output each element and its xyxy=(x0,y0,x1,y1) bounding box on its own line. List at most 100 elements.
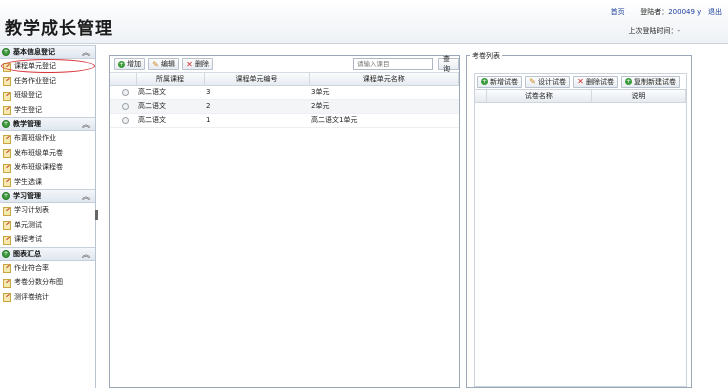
app-title: 教学成长管理 xyxy=(5,19,113,39)
column-header-description[interactable]: 说明 xyxy=(592,90,686,102)
edit-document-icon xyxy=(3,134,11,144)
edit-button[interactable]: ✎ 编辑 xyxy=(148,58,179,70)
section-title: 基本信息登记 xyxy=(13,48,55,56)
sidebar-item-label: 学习计划表 xyxy=(14,206,49,215)
search-input[interactable] xyxy=(353,58,433,70)
cell-unit-no: 3 xyxy=(204,85,309,100)
sidebar-item-task-register[interactable]: 任务作业登记 xyxy=(0,74,95,89)
sidebar-section-teaching[interactable]: + 教学管理 ︽ xyxy=(0,117,95,131)
add-button[interactable]: + 增加 xyxy=(114,58,145,70)
edit-document-icon xyxy=(3,163,11,173)
cell-unit-name: 3单元 xyxy=(309,85,459,100)
edit-document-icon xyxy=(3,235,11,245)
sidebar-splitter[interactable] xyxy=(95,210,98,220)
table-row[interactable]: 高二语文 2 2单元 xyxy=(110,99,459,114)
delete-x-icon: ✕ xyxy=(186,59,193,69)
edit-button-label: 编辑 xyxy=(161,60,175,68)
green-plus-circle-icon: + xyxy=(2,249,10,258)
double-chevron-up-icon[interactable]: ︽ xyxy=(82,47,90,58)
exam-paper-header-row: 试卷名称 说明 xyxy=(475,90,686,103)
copy-plus-icon: + xyxy=(625,78,632,85)
sidebar-item-label: 测评卷统计 xyxy=(14,292,49,301)
column-header-course[interactable]: 所属课程 xyxy=(136,73,205,86)
home-link[interactable]: 首页 xyxy=(611,8,625,16)
cell-course: 高二语文 xyxy=(136,99,204,114)
edit-document-icon xyxy=(3,149,11,159)
row-select-cell xyxy=(110,113,136,128)
sidebar-section-learning[interactable]: + 学习管理 ︽ xyxy=(0,189,95,203)
row-radio[interactable] xyxy=(122,116,129,124)
delete-paper-button[interactable]: ✕ 删除试卷 xyxy=(573,75,618,88)
sidebar-item-label: 任务作业登记 xyxy=(14,76,56,85)
login-user-label: 登陆者： xyxy=(640,8,669,16)
green-plus-circle-icon: + xyxy=(2,192,10,200)
sidebar-item-label: 考卷分数分布图 xyxy=(14,278,63,287)
cell-unit-no: 1 xyxy=(204,113,309,128)
exam-paper-table: 试卷名称 说明 xyxy=(474,89,687,387)
edit-document-icon xyxy=(3,106,11,116)
column-header-unit-name[interactable]: 课程单元名称 xyxy=(309,73,459,86)
column-header-unit-no[interactable]: 课程单元编号 xyxy=(204,73,310,86)
logout-link[interactable]: 退出 xyxy=(708,8,722,16)
sidebar-item-label: 布置班级作业 xyxy=(14,134,56,143)
sidebar-item-publish-course-paper[interactable]: 发布班级课程卷 xyxy=(0,160,95,175)
edit-document-icon xyxy=(3,91,11,101)
section-title: 学习管理 xyxy=(13,192,41,200)
sidebar-section-charts[interactable]: + 图表汇总 ︽ xyxy=(0,246,95,261)
sidebar-item-assign-homework[interactable]: 布置班级作业 xyxy=(0,131,95,146)
add-button-label: 增加 xyxy=(127,60,141,68)
page-header: 教学成长管理 首页 登陆者：200049 y 退出 上次登陆时间：- xyxy=(0,0,728,44)
cell-unit-name: 高二语文1单元 xyxy=(309,113,459,128)
row-radio[interactable] xyxy=(122,102,129,110)
add-paper-label: 新增试卷 xyxy=(490,77,518,86)
delete-button[interactable]: ✕ 删除 xyxy=(182,58,213,70)
sidebar: + 基本信息登记 ︽ 课程单元登记 任务作业登记 班级登记 学生登记 + 教学管… xyxy=(0,45,96,388)
sidebar-item-student-course-select[interactable]: 学生选课 xyxy=(0,175,95,190)
table-row[interactable]: 高二语文 1 高二语文1单元 xyxy=(110,113,459,128)
row-select-cell xyxy=(110,99,136,114)
column-header-paper-name[interactable]: 试卷名称 xyxy=(487,90,592,102)
search-button[interactable]: 查询 xyxy=(438,55,459,73)
row-radio[interactable] xyxy=(122,88,129,96)
sidebar-item-course-unit-register[interactable]: 课程单元登记 xyxy=(0,59,95,74)
sidebar-item-unit-test[interactable]: 单元测试 xyxy=(0,218,95,233)
center-toolbar: + 增加 ✎ 编辑 ✕ 删除 查询 xyxy=(110,55,459,73)
table-row[interactable]: 高二语文 3 3单元 xyxy=(110,85,459,100)
sidebar-item-study-plan[interactable]: 学习计划表 xyxy=(0,203,95,218)
section-title: 教学管理 xyxy=(13,120,41,128)
edit-document-icon xyxy=(3,264,11,274)
login-user: 200049 y xyxy=(668,8,702,16)
sidebar-item-label: 学生登记 xyxy=(14,105,42,114)
sidebar-item-class-register[interactable]: 班级登记 xyxy=(0,88,95,103)
add-paper-button[interactable]: + 新增试卷 xyxy=(477,75,522,88)
sidebar-section-basic-info[interactable]: + 基本信息登记 ︽ xyxy=(0,45,95,59)
sidebar-item-evaluation-stats[interactable]: 测评卷统计 xyxy=(0,290,95,305)
sidebar-item-label: 作业符合率 xyxy=(14,263,49,272)
course-unit-table: 所属课程 课程单元编号 课程单元名称 高二语文 3 3单元 高二语文 2 2单元… xyxy=(110,73,459,128)
delete-x-icon: ✕ xyxy=(577,77,584,86)
delete-button-label: 删除 xyxy=(195,60,209,68)
plus-icon: + xyxy=(481,78,488,85)
sidebar-item-label: 班级登记 xyxy=(14,91,42,100)
sidebar-item-student-register[interactable]: 学生登记 xyxy=(0,103,95,118)
sidebar-item-label: 课程单元登记 xyxy=(14,62,56,71)
double-chevron-up-icon[interactable]: ︽ xyxy=(82,249,90,260)
exam-paper-caption: 考卷列表 xyxy=(470,51,502,61)
delete-paper-label: 删除试卷 xyxy=(586,77,614,86)
copy-paper-button[interactable]: + 复制新建试卷 xyxy=(621,75,680,88)
design-paper-button[interactable]: ✎ 设计试卷 xyxy=(525,75,570,88)
plus-icon: + xyxy=(118,60,125,68)
sidebar-item-score-distribution[interactable]: 考卷分数分布图 xyxy=(0,275,95,290)
search-area: 查询 xyxy=(353,55,459,73)
select-column-header xyxy=(110,73,137,86)
cell-course: 高二语文 xyxy=(136,113,204,128)
edit-document-icon xyxy=(3,178,11,188)
pencil-icon: ✎ xyxy=(152,59,159,69)
double-chevron-up-icon[interactable]: ︽ xyxy=(82,119,90,130)
sidebar-item-label: 课程考试 xyxy=(14,235,42,244)
sidebar-item-publish-unit-paper[interactable]: 发布班级单元卷 xyxy=(0,146,95,161)
sidebar-item-course-exam[interactable]: 课程考试 xyxy=(0,232,95,247)
table-header-row: 所属课程 课程单元编号 课程单元名称 xyxy=(110,73,459,86)
double-chevron-up-icon[interactable]: ︽ xyxy=(82,191,90,202)
sidebar-item-homework-rate[interactable]: 作业符合率 xyxy=(0,261,95,276)
